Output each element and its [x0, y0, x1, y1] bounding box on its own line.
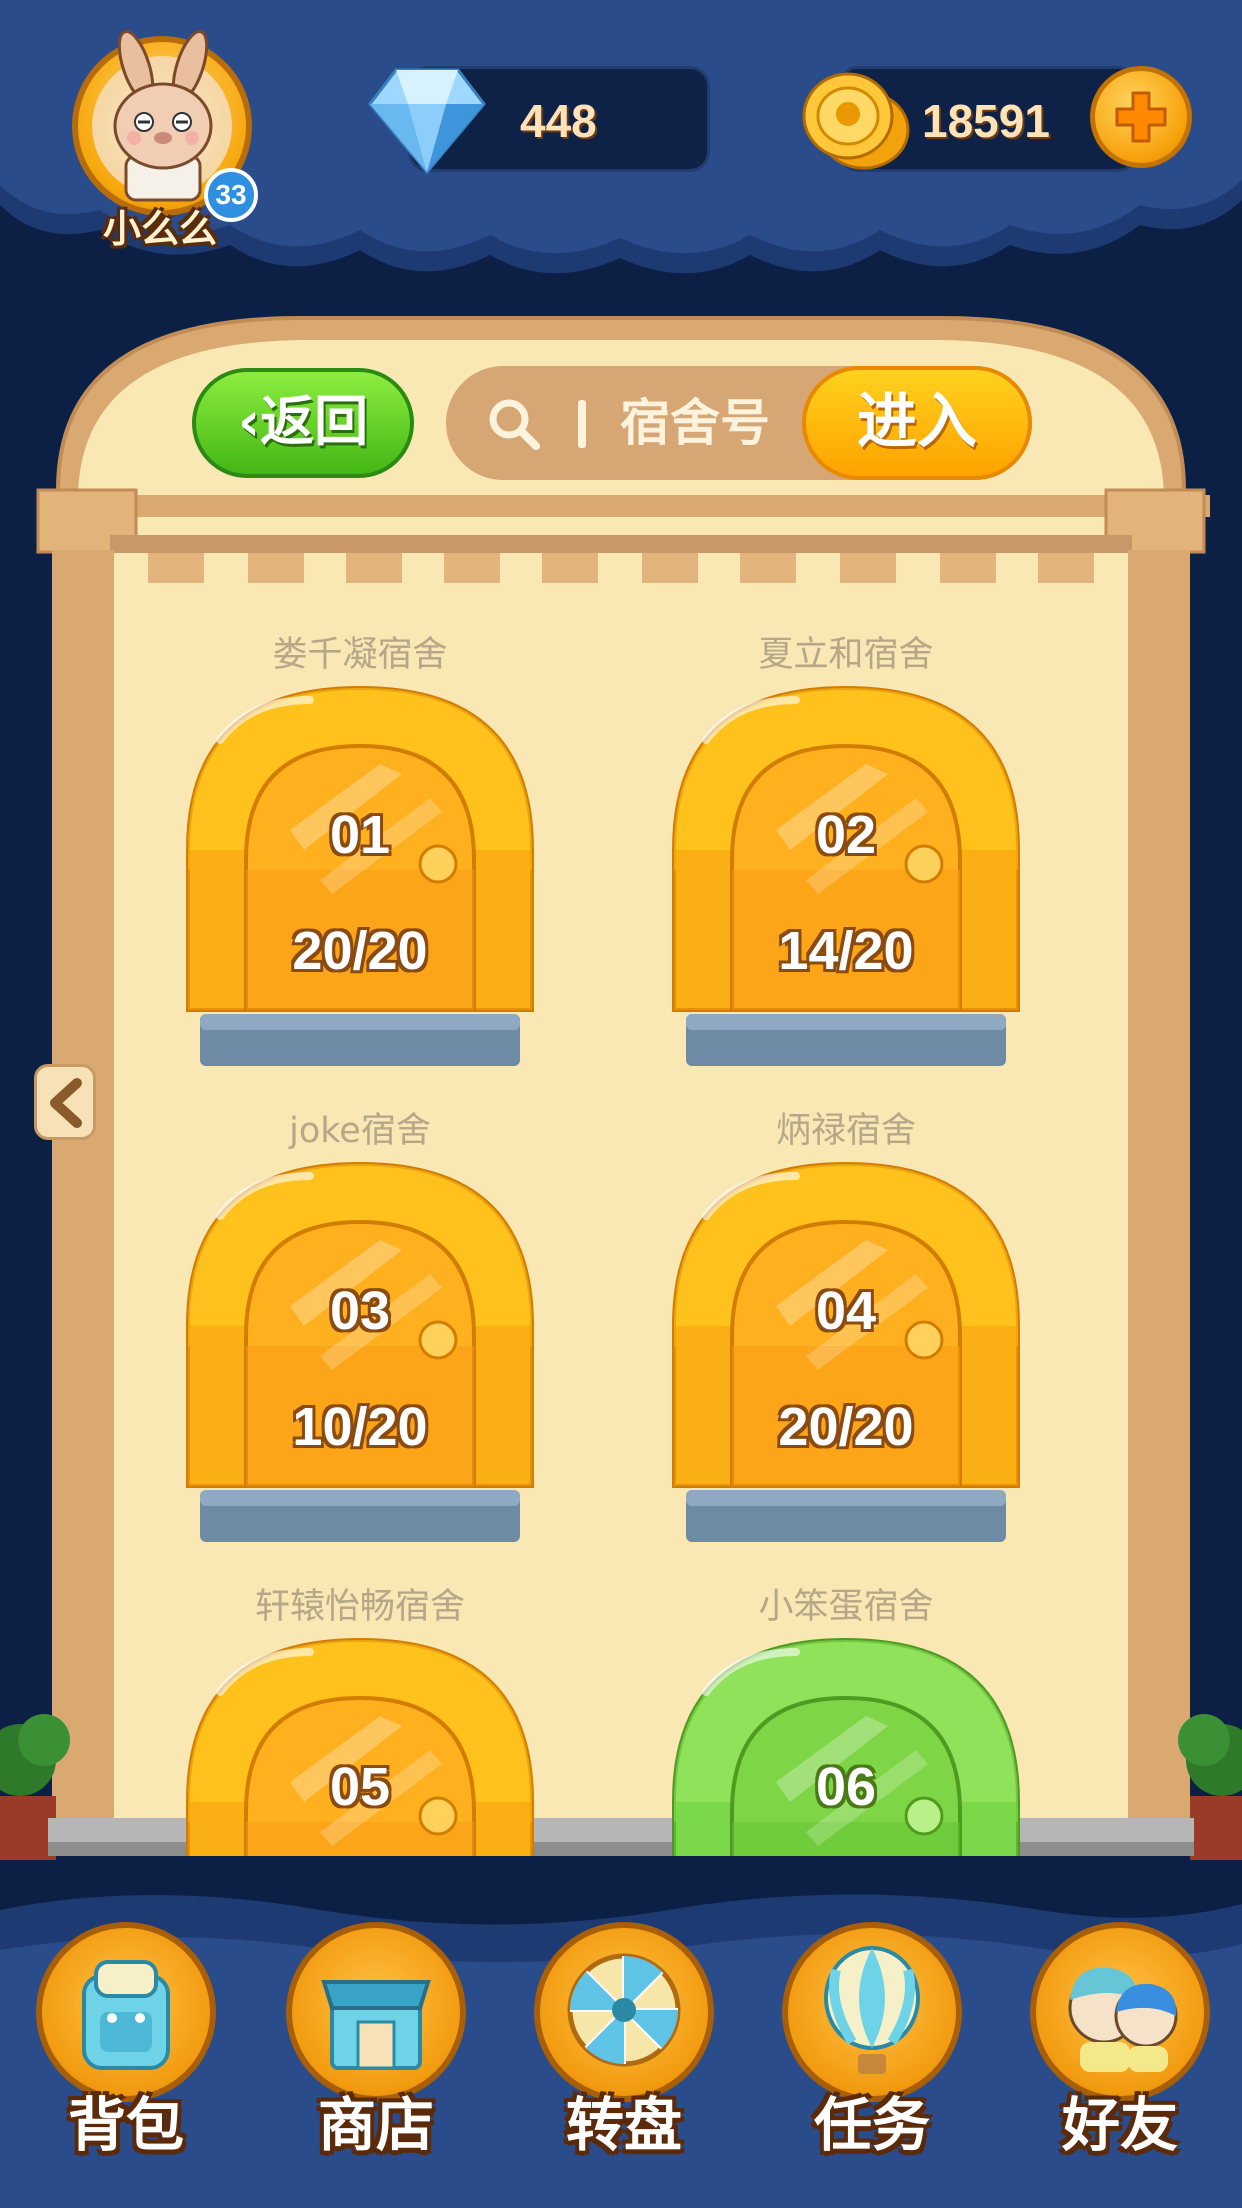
dorm-number: 05 [329, 1757, 391, 1817]
dorm-name: 轩辕怡畅宿舍 [254, 1587, 465, 1627]
friends-icon [1068, 1967, 1178, 2072]
dorm-number-input[interactable] [620, 388, 800, 458]
enter-button[interactable]: 进入 [802, 366, 1032, 480]
dorm-door-card[interactable]: 炳禄宿舍 04 20/20 [646, 1076, 1046, 1546]
dorm-number: 01 [329, 805, 391, 865]
back-button[interactable]: ‹返回 [192, 368, 414, 478]
page-prev-button[interactable] [34, 1064, 96, 1140]
nav-label: 转盘 [565, 2091, 682, 2159]
dorm-name: joke宿舍 [289, 1111, 431, 1151]
coin-count: 18591 [922, 95, 1050, 147]
nav-label: 商店 [317, 2091, 434, 2159]
chevron-left-icon: ‹ [237, 390, 261, 453]
door-icon [672, 1637, 1020, 1856]
player-avatar[interactable]: 33 [72, 26, 258, 222]
dorm-occupancy: 20/20 [778, 1397, 914, 1457]
gem-count: 448 [520, 95, 597, 147]
diamond-icon [368, 68, 486, 175]
dorm-door-card[interactable]: 夏立和宿舍 02 14/20 [646, 600, 1046, 1070]
nav-label: 任务 [813, 2091, 930, 2159]
nav-item-shop[interactable]: 商店 [276, 1922, 476, 2159]
dorm-number: 03 [329, 1281, 391, 1341]
chevron-left-icon [50, 1078, 82, 1128]
nav-item-friends[interactable]: 好友 [1020, 1922, 1220, 2159]
dorm-door-card[interactable]: 轩辕怡畅宿舍0510/20 [160, 1552, 560, 1856]
text-caret [578, 400, 586, 448]
nav-label: 背包 [67, 2091, 184, 2159]
dorm-occupancy: 20/20 [292, 921, 428, 981]
nav-item-balloon[interactable]: 任务 [772, 1922, 972, 2159]
dorm-name: 小笨蛋宿舍 [758, 1587, 934, 1627]
dorm-number: 02 [815, 805, 877, 865]
dorm-number: 04 [815, 1281, 877, 1341]
search-icon [489, 399, 540, 450]
dorm-occupancy: 10/20 [292, 1397, 428, 1457]
coin-stack-icon [802, 72, 910, 170]
dorm-door-card[interactable]: joke宿舍 03 10/20 [160, 1076, 560, 1546]
dorm-occupancy: 14/20 [778, 921, 914, 981]
dorm-name: 娄千凝宿舍 [272, 635, 448, 675]
dorm-door-card[interactable]: 小笨蛋宿舍0604/20 [646, 1552, 1046, 1856]
nav-item-backpack[interactable]: 背包 [26, 1922, 226, 2159]
nav-item-wheel[interactable]: 转盘 [524, 1922, 724, 2159]
add-coins-button[interactable] [1090, 66, 1192, 168]
nav-label: 好友 [1061, 2091, 1178, 2159]
plus-icon [1115, 91, 1167, 143]
door-icon [672, 685, 1020, 1066]
door-icon [186, 685, 534, 1066]
dorm-grid: 娄千凝宿舍 01 20/20 夏立和宿舍 02 14/20 joke宿舍 03 10/20 炳禄宿… [120, 600, 1140, 1856]
dorm-door-card[interactable]: 娄千凝宿舍 01 20/20 [160, 600, 560, 1070]
dorm-name: 炳禄宿舍 [775, 1111, 916, 1151]
dorm-number: 06 [815, 1757, 877, 1817]
door-icon [672, 1161, 1020, 1542]
game-screen: 33 小么么 448 18591 ‹返回 宿舍号 进入 娄千凝宿舍 01 20/… [0, 0, 1242, 2208]
backpack-icon [82, 1960, 170, 2070]
player-name: 小么么 [102, 207, 217, 251]
door-icon [186, 1161, 534, 1542]
door-icon [186, 1637, 534, 1856]
dorm-name: 夏立和宿舍 [758, 635, 934, 675]
balloon-icon [824, 1946, 920, 2074]
wheel-icon [567, 1953, 681, 2067]
shop-icon [321, 1980, 431, 2070]
back-label: 返回 [260, 390, 369, 453]
